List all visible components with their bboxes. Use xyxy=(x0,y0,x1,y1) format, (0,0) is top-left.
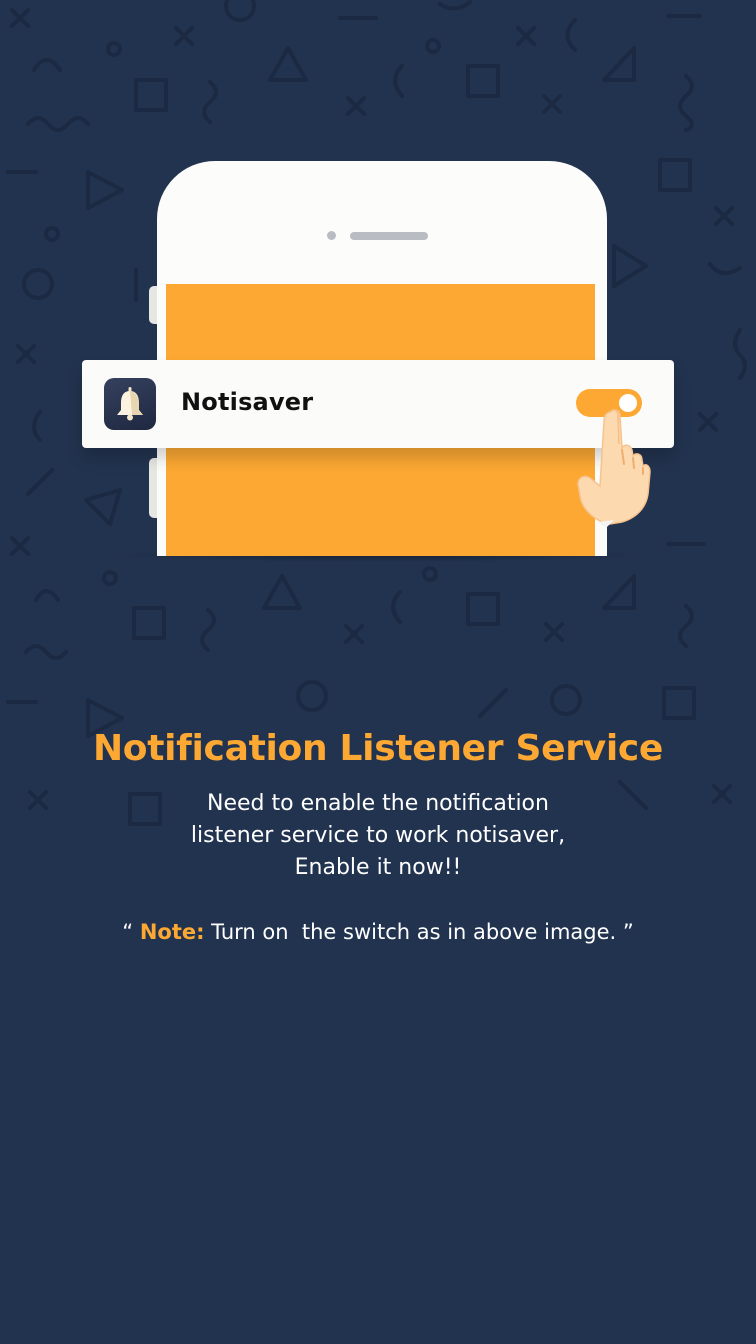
onboarding-screen: Notisaver Notification Listener Service … xyxy=(0,0,756,1344)
description-text: Need to enable the notification listener… xyxy=(0,788,756,884)
phone-illustration: Notisaver xyxy=(0,0,756,620)
bell-icon xyxy=(117,387,143,421)
note-label: Note: xyxy=(139,920,205,944)
note-open-quote: “ xyxy=(122,920,140,944)
phone-camera xyxy=(327,231,336,240)
phone-speaker xyxy=(350,232,428,240)
pointing-hand-icon xyxy=(577,409,651,528)
page-title: Notification Listener Service xyxy=(92,728,664,769)
description-line: Enable it now!! xyxy=(294,855,462,880)
description-line: listener service to work notisaver, xyxy=(190,823,566,848)
description-line: Need to enable the notification xyxy=(207,791,549,816)
note-body: Turn on the switch as in above image. ” xyxy=(204,920,634,944)
app-name: Notisaver xyxy=(181,388,314,416)
app-icon xyxy=(104,378,156,430)
note-text: “ Note: Turn on the switch as in above i… xyxy=(0,920,756,944)
